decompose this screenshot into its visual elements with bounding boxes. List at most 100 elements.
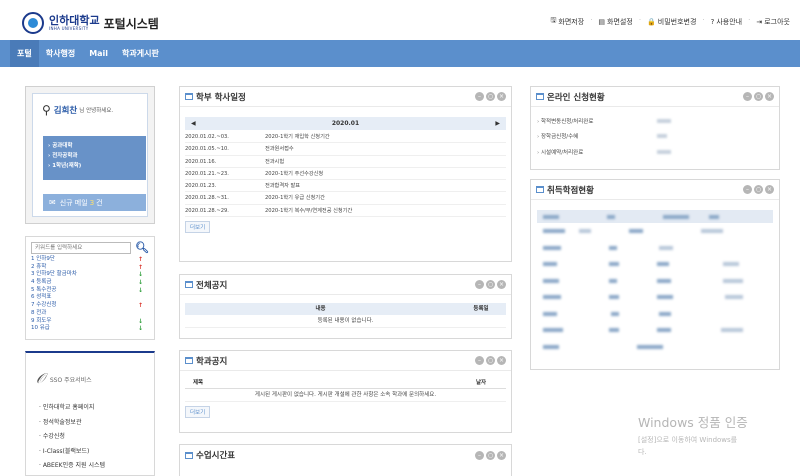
list-item[interactable]: 10 유급 ↓ bbox=[31, 325, 143, 333]
list-item[interactable]: 장학금신청/수혜 bbox=[537, 129, 773, 145]
sso-title: SSO 주요서비스 bbox=[49, 376, 92, 384]
sso-link-registration[interactable]: 수강신청 bbox=[39, 430, 148, 445]
panel-title: 수업시간표 bbox=[196, 451, 236, 461]
watermark-line: 다. bbox=[638, 448, 647, 456]
refresh-icon[interactable]: ○ bbox=[754, 185, 763, 194]
refresh-icon[interactable]: ○ bbox=[486, 356, 495, 365]
window-icon bbox=[536, 186, 544, 193]
column-content: 내용 bbox=[315, 306, 326, 312]
redacted-value bbox=[657, 149, 671, 154]
list-item[interactable]: 시설예약/처리완료 bbox=[537, 144, 773, 160]
refresh-icon[interactable]: ○ bbox=[486, 450, 495, 460]
window-icon bbox=[185, 281, 193, 288]
list-item[interactable]: 3 인하9단 할금마차 ↓ bbox=[31, 271, 143, 279]
university-logo[interactable]: 인하대학교 INHA UNIVERSITY 포털시스템 bbox=[22, 12, 159, 34]
sso-link-homepage[interactable]: 인하대학교 홈페이지 bbox=[39, 401, 148, 416]
table-row[interactable]: 2020.01.05.~10. 전과원서접수 bbox=[185, 143, 506, 156]
nav-mail[interactable]: Mail bbox=[82, 40, 115, 67]
new-mail-button[interactable]: ✉ 신규 메일 3 건 bbox=[43, 194, 146, 211]
logo-university-name: 인하대학교 bbox=[49, 14, 100, 27]
search-icon[interactable]: 🔍︎ bbox=[135, 241, 149, 254]
column-date: 등록일 bbox=[473, 306, 489, 312]
redacted-cell bbox=[543, 262, 557, 267]
watermark-title: Windows 정품 인증 bbox=[638, 415, 748, 430]
close-icon[interactable]: × bbox=[497, 450, 506, 460]
redacted-cell bbox=[657, 278, 671, 283]
main-nav: 포털 학사행정 Mail 학과게시판 bbox=[0, 40, 800, 67]
trend-down-icon: ↓ bbox=[137, 286, 143, 294]
sso-link-library[interactable]: 정석학술정보관 bbox=[39, 416, 148, 431]
minimize-icon[interactable]: – bbox=[475, 280, 484, 289]
minimize-icon[interactable]: – bbox=[743, 92, 752, 101]
change-password-link[interactable]: 🔒 비밀번호변경 bbox=[647, 16, 696, 27]
redacted-cell bbox=[609, 295, 619, 300]
table-row[interactable]: 2020.01.21.~23. 2020-1학기 주선수강신청 bbox=[185, 168, 506, 181]
minimize-icon[interactable]: – bbox=[743, 185, 752, 194]
screen-settings-link[interactable]: ▤ 화면설정 bbox=[598, 16, 632, 27]
redacted-header bbox=[663, 214, 689, 219]
redacted-value bbox=[657, 134, 667, 139]
close-icon[interactable]: × bbox=[497, 280, 506, 289]
sso-link-abeek[interactable]: ABEEK인증 지원 시스템 bbox=[39, 459, 148, 474]
user-icon: ⚲ bbox=[42, 103, 51, 117]
minimize-icon[interactable]: – bbox=[475, 450, 484, 460]
close-icon[interactable]: × bbox=[765, 185, 774, 194]
watermark-line: [설정]으로 이동하여 Windows를 bbox=[638, 436, 738, 444]
table-row[interactable]: 2020.01.23. 전과합격자 발표 bbox=[185, 180, 506, 193]
academic-schedule-panel: 학부 학사일정 – ○ × ◀ 2020.01 ▶ 2020.01.02.~03… bbox=[179, 86, 512, 262]
schedule-date: 2020.01.02.~03. bbox=[185, 134, 229, 140]
table-row[interactable]: 2020.01.16. 전과시험 bbox=[185, 156, 506, 168]
minimize-icon[interactable]: – bbox=[475, 356, 484, 365]
keyword-text: 10 유급 bbox=[31, 325, 50, 332]
close-icon[interactable]: × bbox=[765, 92, 774, 101]
nav-academic-admin[interactable]: 학사행정 bbox=[39, 40, 82, 67]
schedule-event: 전과시험 bbox=[265, 158, 285, 165]
keyword-search-input[interactable] bbox=[31, 241, 132, 254]
refresh-icon[interactable]: ○ bbox=[486, 92, 495, 101]
redacted-cell bbox=[637, 344, 663, 349]
nav-dept-board[interactable]: 학과게시판 bbox=[115, 40, 166, 67]
list-item[interactable]: 학적변동신청/처리완료 bbox=[537, 113, 773, 129]
keyword-text: 6 성적표 bbox=[31, 294, 52, 301]
sso-link-iclass[interactable]: I-Class(블랙보드) bbox=[39, 445, 148, 460]
list-item[interactable]: 8 전과 bbox=[31, 310, 143, 318]
next-month-icon[interactable]: ▶ bbox=[495, 120, 500, 127]
list-item[interactable]: 4 등록금 ↓ bbox=[31, 279, 143, 287]
redacted-cell bbox=[543, 278, 559, 283]
refresh-icon[interactable]: ○ bbox=[754, 92, 763, 101]
schedule-event: 2020-1학기 유급 신청기간 bbox=[265, 195, 325, 202]
schedule-date: 2020.01.28.~29. bbox=[185, 207, 229, 214]
util-label: 사용안내 bbox=[716, 17, 743, 26]
college-value: 공과대학 bbox=[52, 143, 73, 149]
redacted-cell bbox=[543, 229, 565, 234]
divider: · bbox=[590, 16, 593, 24]
list-item[interactable]: 1 인하9단 ↑ bbox=[31, 256, 143, 264]
list-item[interactable]: 6 성적표 bbox=[31, 294, 143, 302]
refresh-icon[interactable]: ○ bbox=[486, 280, 495, 289]
table-row[interactable]: 2020.01.28.~29. 2020-1학기 복수/부/연계전공 신청기간 bbox=[185, 205, 506, 218]
more-button[interactable]: 더보기 bbox=[185, 221, 211, 234]
prev-month-icon[interactable]: ◀ bbox=[191, 120, 196, 127]
redacted-cell bbox=[723, 262, 739, 267]
logout-link[interactable]: ⇥ 로그아웃 bbox=[756, 16, 790, 27]
util-label: 로그아웃 bbox=[764, 17, 790, 26]
user-guide-link[interactable]: ? 사용안내 bbox=[711, 16, 742, 27]
schedule-event: 전과원서접수 bbox=[265, 146, 294, 153]
list-item[interactable]: 7 수강신청 ↑ bbox=[31, 302, 143, 310]
panel-title: 전체공지 bbox=[196, 280, 228, 291]
table-row[interactable]: 2020.01.02.~03. 2020-1학기 재입학 신청기간 bbox=[185, 131, 506, 144]
empty-message: 등록된 내용이 없습니다. bbox=[185, 315, 506, 328]
minimize-icon[interactable]: – bbox=[475, 92, 484, 101]
close-icon[interactable]: × bbox=[497, 92, 506, 101]
close-icon[interactable]: × bbox=[497, 356, 506, 365]
divider: · bbox=[748, 16, 751, 24]
sso-service-list: 인하대학교 홈페이지 정석학술정보관 수강신청 I-Class(블랙보드) AB… bbox=[39, 401, 148, 474]
table-row[interactable]: 2020.01.28.~31. 2020-1학기 유급 신청기간 bbox=[185, 192, 506, 205]
nav-portal[interactable]: 포털 bbox=[10, 40, 39, 67]
redacted-cell bbox=[609, 328, 619, 333]
college-label: › 공과대학 bbox=[48, 143, 73, 149]
save-screen-link[interactable]: 🖫 화면저장 bbox=[550, 16, 584, 27]
dept-notice-panel: 학과공지 – ○ × 제목 날자 게시된 게시판이 없습니다. 게시판 개설에 … bbox=[179, 350, 512, 433]
keyword-text: 4 등록금 bbox=[31, 279, 52, 286]
more-button[interactable]: 더보기 bbox=[185, 406, 211, 418]
